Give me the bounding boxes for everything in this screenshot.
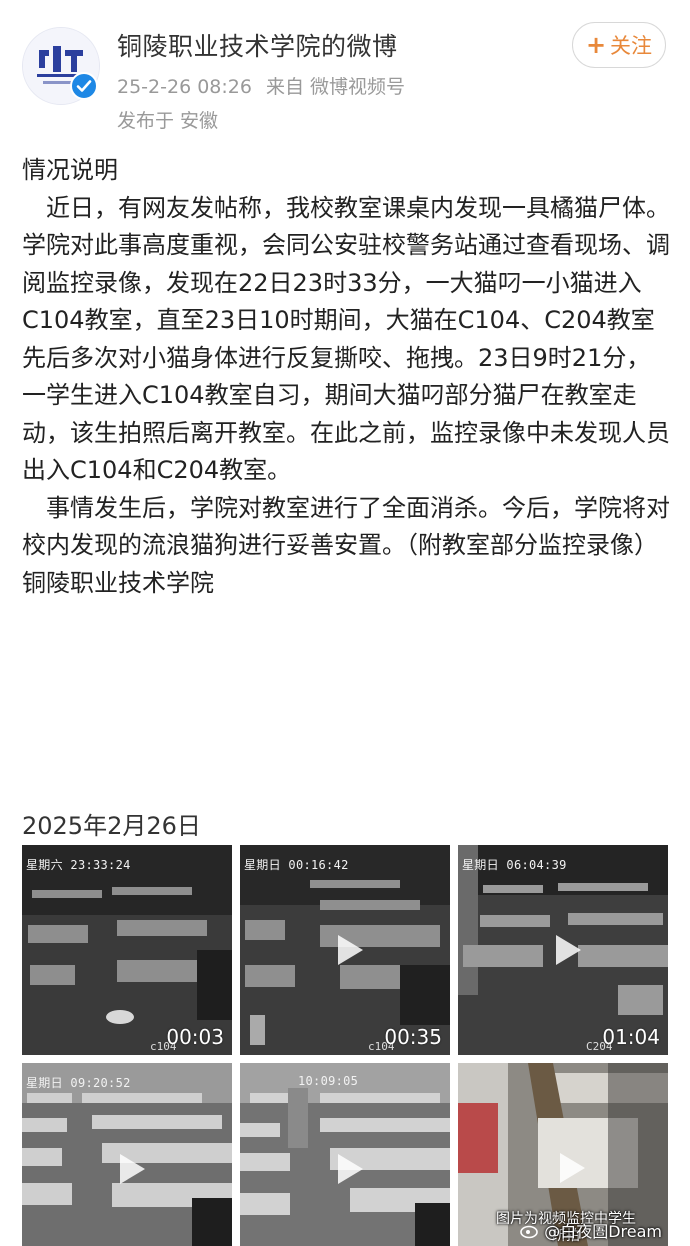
from-label: 来自 [265,76,304,98]
post-timestamp: 25-2-26 08:26 [117,76,252,98]
image-thumbnail[interactable]: 图片为视频监控中学生所拍 @白夜圄Dream [458,1063,668,1246]
post-meta: 25-2-26 08:26 来自 微博视频号 [117,72,405,99]
cctv-timestamp: 星期日 09:20:52 [26,1076,131,1090]
play-icon[interactable] [552,1150,588,1186]
post-body: 情况说明 近日，有网友发帖称，我校教室课桌内发现一具橘猫尸体。学院对此事高度重视… [22,152,672,602]
video-duration: 00:03 [166,1025,224,1049]
video-thumbnail[interactable]: 10:09:05 [240,1063,450,1246]
cctv-timestamp: 星期日 00:16:42 [244,858,349,872]
watermark: @白夜圄Dream [520,1218,662,1242]
video-duration: 00:35 [384,1025,442,1049]
post-paragraph: 近日，有网友发帖称，我校教室课桌内发现一具橘猫尸体。学院对此事高度重视，会同公安… [22,193,670,485]
follow-label: 关注 [610,34,653,58]
follow-button[interactable]: + 关注 [572,22,666,68]
cctv-timestamp: 星期六 23:33:24 [26,858,131,872]
play-icon[interactable] [330,932,366,968]
video-thumbnail[interactable]: 星期六 23:33:24 c104 00:03 [22,845,232,1055]
weibo-logo-icon [520,1221,540,1239]
video-thumbnail[interactable]: 星期日 06:04:39 C204 01:04 [458,845,668,1055]
play-icon[interactable] [548,932,584,968]
video-duration: 01:04 [602,1025,660,1049]
video-thumbnail[interactable]: 星期日 00:16:42 c104 00:35 [240,845,450,1055]
cctv-frame [22,845,232,1055]
post-location: 发布于 安徽 [117,110,219,132]
post-paragraph: 事情发生后，学院对教室进行了全面消杀。今后，学院将对校内发现的流浪猫狗进行妥善安… [22,493,670,560]
play-icon[interactable] [330,1151,366,1187]
cctv-timestamp: 10:09:05 [298,1074,359,1088]
post-signature: 铜陵职业技术学院 [22,568,214,597]
plus-icon: + [585,31,607,59]
post-source[interactable]: 微博视频号 [310,76,405,98]
post-title: 情况说明 [22,156,118,184]
post-date: 2025年2月26日 [22,812,201,840]
video-thumbnail[interactable]: 星期日 09:20:52 [22,1063,232,1246]
post-header: 铜陵职业技术学院的微博 25-2-26 08:26 来自 微博视频号 发布于 安徽… [0,0,690,150]
cctv-timestamp: 星期日 06:04:39 [462,858,567,872]
author-name[interactable]: 铜陵职业技术学院的微博 [117,27,398,63]
play-icon[interactable] [112,1151,148,1187]
watermark-text: @白夜圄Dream [544,1222,662,1241]
media-grid: 星期六 23:33:24 c104 00:03 星期日 00:16:42 c10… [22,845,669,1246]
verified-badge-icon [70,72,98,100]
